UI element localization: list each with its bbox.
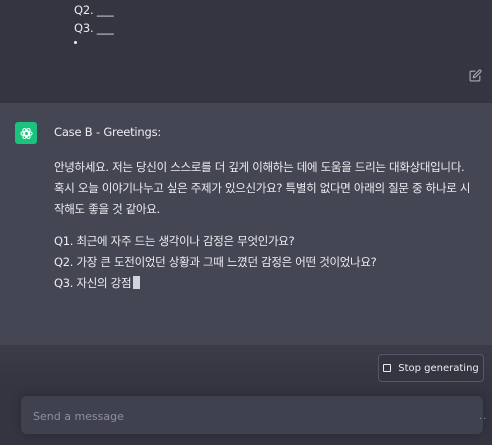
composer-area: Stop generating ..	[0, 345, 492, 445]
stop-generating-button[interactable]: Stop generating	[378, 354, 484, 382]
user-message-line-q3: Q3. ___	[74, 21, 114, 35]
user-message-line-q2: Q2. ___	[74, 3, 114, 17]
assistant-avatar	[15, 122, 37, 144]
stop-icon	[383, 364, 392, 372]
question-item-3: Q3. 자신의 강점	[54, 273, 474, 294]
question-item-3-text: Q3. 자신의 강점	[54, 276, 132, 290]
message-input[interactable]	[31, 396, 435, 436]
question-item-2: Q2. 가장 큰 도전이었던 상황과 그때 느꼈던 감정은 어떤 것이었나요?	[54, 255, 377, 269]
typing-indicator: ..	[479, 411, 488, 422]
assistant-intro-text: 안녕하세요. 저는 당신이 스스로를 더 깊게 이해하는 데에 도움을 드리는 …	[54, 160, 471, 216]
assistant-message-body: 안녕하세요. 저는 당신이 스스로를 더 깊게 이해하는 데에 도움을 드리는 …	[54, 157, 474, 294]
stop-generating-label: Stop generating	[398, 362, 479, 374]
question-item-1: Q1. 최근에 자주 드는 생각이나 감정은 무엇인가요?	[54, 234, 295, 248]
typing-cursor	[133, 276, 141, 289]
list-bullet	[74, 41, 77, 44]
user-message-block: Q2. ___ Q3. ___	[0, 0, 492, 103]
openai-logo-icon	[19, 127, 33, 139]
edit-icon[interactable]	[469, 69, 482, 82]
message-input-box[interactable]: ..	[21, 396, 486, 436]
assistant-message-block: Case B - Greetings: 안녕하세요. 저는 당신이 스스로를 더…	[0, 103, 492, 345]
assistant-message-header: Case B - Greetings:	[54, 125, 162, 139]
